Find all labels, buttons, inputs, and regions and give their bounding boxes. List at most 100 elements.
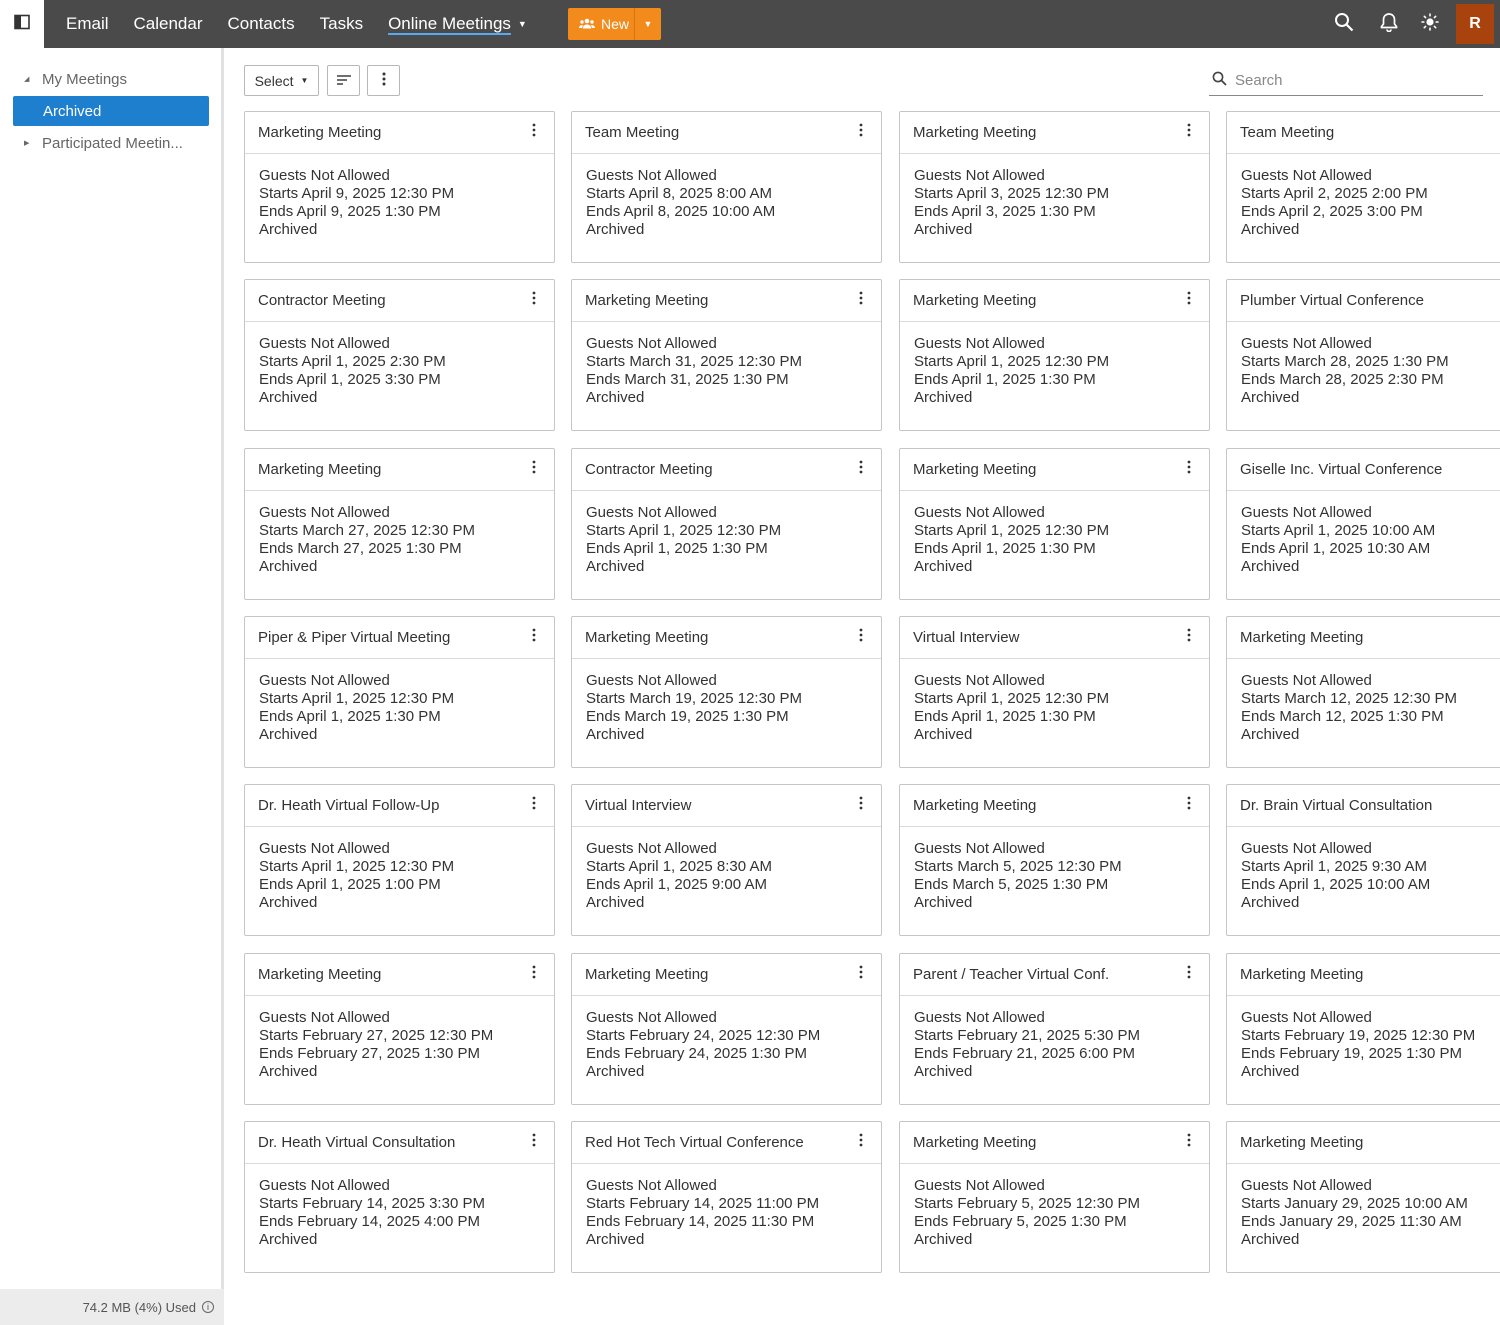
meeting-card[interactable]: Piper & Piper Virtual Meeting Guests Not … [244,616,555,768]
meeting-guests: Guests Not Allowed [259,1009,390,1026]
card-menu-button[interactable] [853,965,869,985]
meeting-guests: Guests Not Allowed [1241,504,1372,521]
meeting-card[interactable]: Marketing Meeting Guests Not Allowed Start… [899,1121,1210,1273]
card-menu-button[interactable] [853,291,869,311]
meeting-guests: Guests Not Allowed [586,1009,717,1026]
meeting-guests: Guests Not Allowed [259,504,390,521]
tree-my-meetings[interactable]: ◢ My Meetings [0,64,127,94]
tree-participated-meetings[interactable]: ▶ Participated Meetin... [0,128,183,158]
meeting-status: Archived [259,1063,318,1080]
sidebar-toggle-button[interactable] [0,0,44,48]
select-dropdown[interactable]: Select ▼ [244,65,319,96]
meeting-card[interactable]: Marketing Meeting Guests Not Allowed Start… [1226,1121,1500,1273]
meeting-card[interactable]: Marketing Meeting Guests Not Allowed Start… [571,616,882,768]
meeting-card[interactable]: Team Meeting Guests Not Allowed Starts Apr… [571,111,882,263]
card-menu-button[interactable] [853,796,869,816]
meeting-card[interactable]: Dr. Brain Virtual Consultation Guests Not… [1226,784,1500,936]
card-menu-button[interactable] [526,291,542,311]
meeting-start: Starts April 1, 2025 12:30 PM [914,353,1110,370]
meeting-card[interactable]: Giselle Inc. Virtual Conference Guests No… [1226,448,1500,600]
meeting-card[interactable]: Marketing Meeting Guests Not Allowed Start… [571,953,882,1105]
meeting-card[interactable]: Team Meeting Guests Not Allowed Starts Apr… [1226,111,1500,263]
card-menu-button[interactable] [853,1133,869,1153]
meeting-card[interactable]: Plumber Virtual Conference Guests Not All… [1226,279,1500,431]
caret-down-icon: ▼ [517,19,527,29]
sun-icon [1421,12,1439,36]
nav-tasks[interactable]: Tasks [320,14,363,34]
meeting-card[interactable]: Dr. Heath Virtual Consultation Guests Not… [244,1121,555,1273]
meeting-card[interactable]: Virtual Interview Guests Not Allowed Start… [899,616,1210,768]
meeting-guests: Guests Not Allowed [259,167,390,184]
meeting-card[interactable]: Marketing Meeting Guests Not Allowed Start… [1226,953,1500,1105]
search-input[interactable] [1235,72,1465,89]
meeting-title: Parent / Teacher Virtual Conf. [913,966,1110,983]
nav-calendar[interactable]: Calendar [134,14,203,34]
meeting-card[interactable]: Dr. Heath Virtual Follow-Up Guests Not Al… [244,784,555,936]
info-icon[interactable]: i [202,1301,214,1313]
card-menu-button[interactable] [526,123,542,143]
meeting-card[interactable]: Contractor Meeting Guests Not Allowed Star… [244,279,555,431]
card-menu-button[interactable] [1181,796,1197,816]
notifications-button[interactable] [1377,12,1401,36]
card-menu-button[interactable] [1181,123,1197,143]
card-menu-button[interactable] [1181,291,1197,311]
kebab-icon [859,123,863,142]
meeting-card[interactable]: Marketing Meeting Guests Not Allowed Start… [571,279,882,431]
card-menu-button[interactable] [526,965,542,985]
meeting-card[interactable]: Parent / Teacher Virtual Conf. Guests Not… [899,953,1210,1105]
meeting-card[interactable]: Marketing Meeting Guests Not Allowed Start… [244,111,555,263]
meeting-start: Starts March 12, 2025 12:30 PM [1241,690,1457,707]
new-button[interactable]: New [568,8,634,40]
meeting-card[interactable]: Marketing Meeting Guests Not Allowed Start… [899,279,1210,431]
more-options-button[interactable] [367,65,400,96]
kebab-icon [1187,291,1191,310]
kebab-icon [859,628,863,647]
meeting-start: Starts March 5, 2025 12:30 PM [914,858,1122,875]
new-dropdown-button[interactable]: ▼ [634,8,661,40]
meeting-card-body: Guests Not Allowed Starts April 1, 2025 1… [900,322,1209,407]
card-menu-button[interactable] [853,460,869,480]
meeting-card[interactable]: Contractor Meeting Guests Not Allowed Star… [571,448,882,600]
meeting-status: Archived [1241,1063,1300,1080]
card-menu-button[interactable] [526,460,542,480]
nav-email[interactable]: Email [66,14,109,34]
meeting-guests: Guests Not Allowed [914,1009,1045,1026]
meeting-status: Archived [259,1231,318,1248]
theme-toggle-button[interactable] [1418,12,1442,36]
meeting-guests: Guests Not Allowed [914,1177,1045,1194]
card-menu-button[interactable] [1181,1133,1197,1153]
sort-button[interactable] [327,65,360,96]
meeting-guests: Guests Not Allowed [1241,167,1372,184]
card-menu-button[interactable] [526,628,542,648]
card-menu-button[interactable] [853,628,869,648]
card-menu-button[interactable] [526,796,542,816]
nav-online-meetings[interactable]: Online Meetings ▼ [388,14,527,34]
meeting-card[interactable]: Marketing Meeting Guests Not Allowed Start… [899,111,1210,263]
search-button[interactable] [1332,12,1356,36]
meeting-card-body: Guests Not Allowed Starts January 29, 202… [1227,1164,1500,1249]
tree-archived[interactable]: Archived [13,96,209,126]
meeting-card[interactable]: Marketing Meeting Guests Not Allowed Start… [899,448,1210,600]
nav-contacts[interactable]: Contacts [228,14,295,34]
avatar[interactable]: R [1456,4,1494,44]
meeting-card[interactable]: Marketing Meeting Guests Not Allowed Start… [244,448,555,600]
card-menu-button[interactable] [1181,628,1197,648]
meeting-card[interactable]: Marketing Meeting Guests Not Allowed Start… [244,953,555,1105]
meeting-title: Virtual Interview [913,629,1020,646]
meeting-guests: Guests Not Allowed [259,672,390,689]
meeting-card[interactable]: Marketing Meeting Guests Not Allowed Start… [1226,616,1500,768]
meeting-status: Archived [1241,389,1300,406]
meeting-card[interactable]: Marketing Meeting Guests Not Allowed Start… [899,784,1210,936]
meeting-card[interactable]: Virtual Interview Guests Not Allowed Start… [571,784,882,936]
card-menu-button[interactable] [1181,965,1197,985]
meeting-start: Starts February 21, 2025 5:30 PM [914,1027,1140,1044]
meeting-title: Contractor Meeting [585,461,713,478]
card-menu-button[interactable] [1181,460,1197,480]
card-menu-button[interactable] [526,1133,542,1153]
meeting-guests: Guests Not Allowed [259,335,390,352]
meeting-end: Ends February 27, 2025 1:30 PM [259,1045,480,1062]
meeting-guests: Guests Not Allowed [586,1177,717,1194]
meeting-guests: Guests Not Allowed [1241,1009,1372,1026]
card-menu-button[interactable] [853,123,869,143]
meeting-card[interactable]: Red Hot Tech Virtual Conference Guests No… [571,1121,882,1273]
